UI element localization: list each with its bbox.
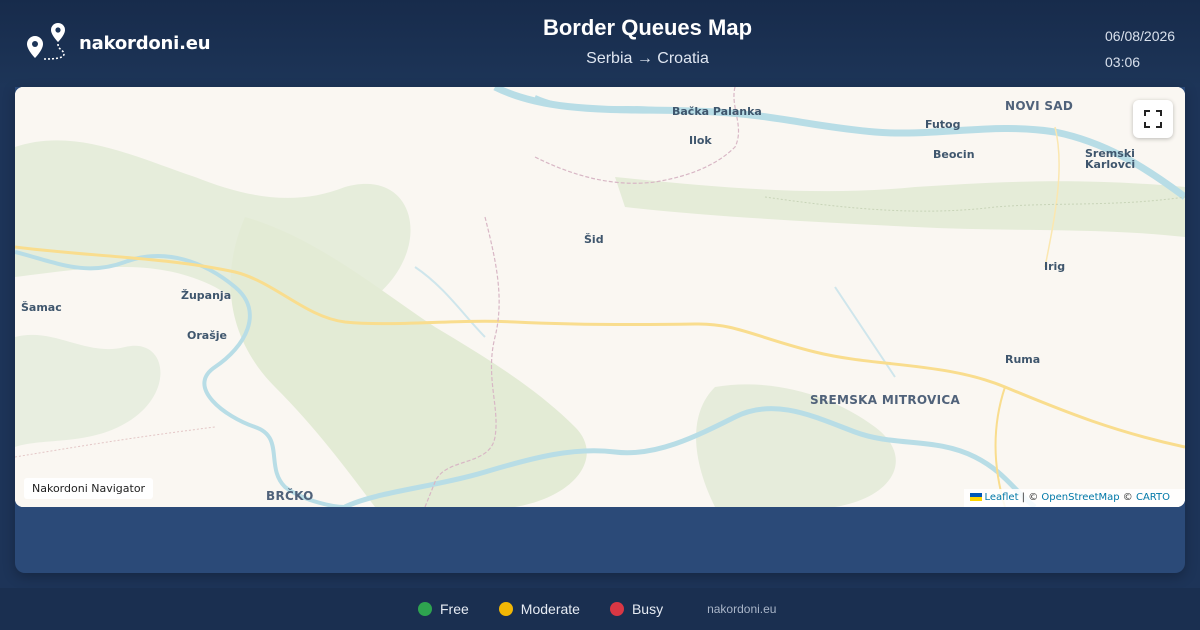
- osm-link[interactable]: OpenStreetMap: [1041, 492, 1119, 503]
- title-block: Border Queues Map Serbia → Croatia: [400, 15, 895, 68]
- status-dot-icon: [418, 602, 432, 616]
- map-label: Šamac: [21, 301, 62, 314]
- map-label: NOVI SAD: [1005, 99, 1074, 113]
- map-label: Županja: [181, 289, 232, 302]
- legend-item-busy: Busy: [609, 601, 664, 617]
- legend-label: Busy: [631, 601, 664, 617]
- brand-name: nakordoni.eu: [79, 32, 211, 54]
- footer-site[interactable]: nakordoni.eu: [707, 602, 776, 616]
- page-title: Border Queues Map: [542, 15, 753, 40]
- map-label: Orašje: [187, 329, 227, 342]
- map-label: Sremski Karlovci: [1085, 147, 1136, 171]
- map-label: Bačka Palanka: [672, 105, 762, 118]
- map-label: Irig: [1044, 260, 1066, 273]
- attribution-separator: ©: [1119, 492, 1136, 503]
- leaflet-link[interactable]: Leaflet: [984, 492, 1018, 503]
- expand-icon: [1144, 110, 1162, 128]
- map-label: BRČKO: [266, 489, 314, 503]
- carto-link[interactable]: CARTO: [1136, 492, 1170, 503]
- legend-label: Moderate: [520, 601, 580, 617]
- location-pins-icon: [27, 23, 65, 60]
- ukraine-flag-icon: [970, 493, 983, 501]
- brand[interactable]: nakordoni.eu: [24, 22, 211, 64]
- map-label: Ilok: [689, 134, 712, 147]
- route-subtitle: Serbia → Croatia: [586, 50, 709, 67]
- map-label: Ruma: [1005, 353, 1041, 366]
- header: nakordoni.eu Border Queues Map Serbia → …: [0, 0, 1200, 87]
- footer: Free Moderate Busy nakordoni.eu: [0, 588, 1200, 630]
- map-attribution: Leaflet | © OpenStreetMap © CARTO: [964, 489, 1185, 507]
- legend-item-free: Free: [418, 601, 469, 617]
- legend-item-moderate: Moderate: [498, 601, 580, 617]
- map-label: Beocin: [933, 148, 975, 161]
- status-dot-icon: [498, 602, 513, 616]
- datetime: 06/08/2026 03:06: [1105, 23, 1175, 75]
- fullscreen-button[interactable]: [1133, 100, 1173, 138]
- legend: Free Moderate Busy nakordoni.eu: [418, 601, 776, 617]
- map-label: SREMSKA MITROVICA: [810, 393, 961, 407]
- map[interactable]: Bačka Palanka NOVI SAD Ilok Futog Beocin…: [15, 87, 1185, 507]
- attribution-separator: | ©: [1018, 492, 1042, 503]
- map-label: Futog: [925, 118, 961, 131]
- status-dot-icon: [609, 602, 624, 616]
- date-label: 06/08/2026: [1105, 28, 1176, 44]
- legend-label: Free: [440, 601, 469, 617]
- navigator-badge[interactable]: Nakordoni Navigator: [24, 478, 154, 499]
- time-label: 03:06: [1105, 54, 1141, 70]
- map-label: Šid: [584, 233, 604, 246]
